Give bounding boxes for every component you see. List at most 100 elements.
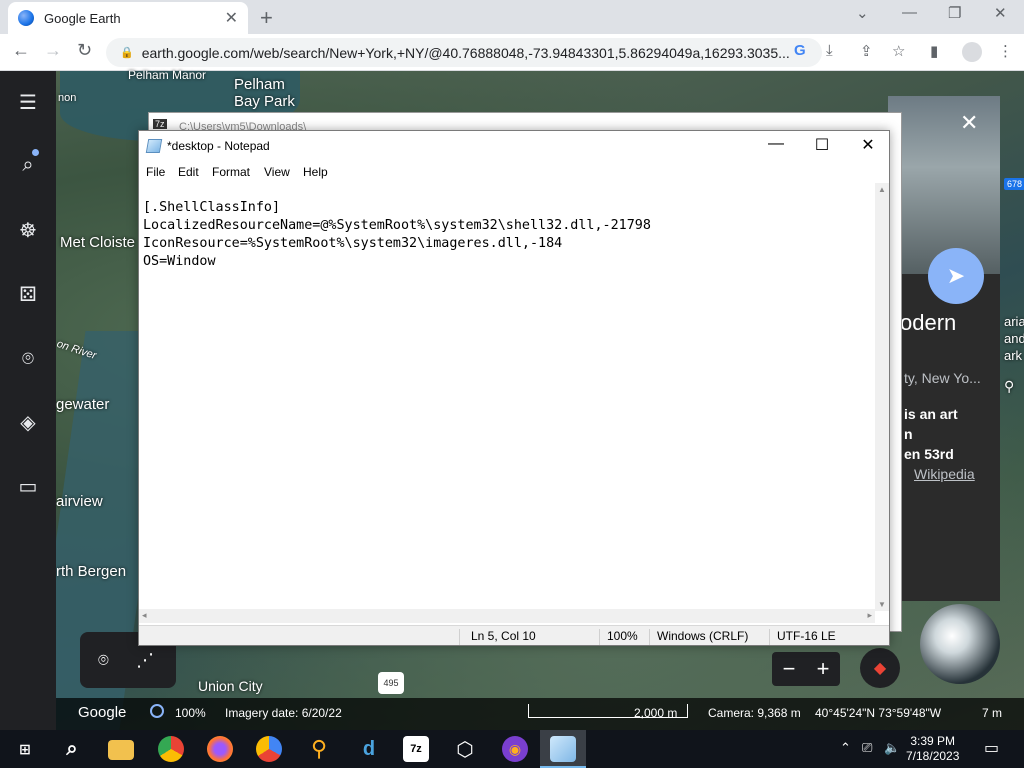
window-close-button[interactable]: ✕ (994, 4, 1007, 22)
share-icon[interactable]: ⇪ (860, 42, 873, 60)
map-label-edge-3: ark (1004, 348, 1023, 363)
zoom-in-button[interactable]: + (817, 656, 830, 682)
notepad-maximize-button[interactable]: ☐ (799, 135, 845, 155)
notepad-minimize-button[interactable]: — (753, 135, 799, 153)
browser-toolbar: ← → ↻ 🔒 earth.google.com/web/search/New+… (0, 34, 1024, 71)
place-photo[interactable] (888, 96, 1000, 274)
taskbar-clock[interactable]: 3:39 PM 7/18/2023 (906, 734, 959, 764)
new-tab-button[interactable]: + (260, 5, 273, 31)
clock-date: 7/18/2023 (906, 749, 960, 763)
knowledge-card-panel (888, 96, 1000, 601)
browser-tab-google-earth[interactable]: Google Earth ✕ (8, 2, 248, 34)
horizontal-scrollbar[interactable]: ◂ ▸ (139, 609, 875, 623)
earth-left-rail: ☰ ⌕ ☸ ⚄ ⌾ ◈ ▭ (0, 71, 56, 730)
lock-icon: 🔒 (120, 47, 134, 59)
map-location-pin-icon: ⚲ (1004, 378, 1015, 394)
vertical-scrollbar[interactable]: ▲ ▼ (875, 183, 889, 611)
feeling-lucky-dice-icon[interactable]: ⚄ (16, 283, 40, 307)
place-title: odern (900, 310, 957, 335)
menu-edit[interactable]: Edit (178, 165, 199, 179)
status-encoding: UTF-16 LE (777, 629, 836, 643)
zoom-out-button[interactable]: − (783, 656, 796, 682)
map-label-edge-1: aria (1004, 314, 1024, 329)
chromium-icon[interactable] (256, 736, 282, 762)
browser-tab-strip: Google Earth ✕ + ⌄ — ❐ ✕ (0, 0, 1024, 34)
7zip-app-icon: 7z (153, 119, 167, 129)
draw-path-icon[interactable]: ⋰ (136, 650, 154, 671)
menu-format[interactable]: Format (212, 165, 250, 179)
7zip-icon[interactable]: 7z (403, 736, 429, 762)
place-description-line-2: n (904, 426, 913, 442)
tab-search-chevron-icon[interactable]: ⌄ (856, 4, 869, 22)
notepad-taskbar-icon[interactable] (550, 736, 576, 762)
imagery-date: Imagery date: 6/20/22 (225, 706, 342, 720)
scroll-up-arrow-icon[interactable]: ▲ (878, 185, 886, 194)
start-windows-icon[interactable]: ⊞ (12, 736, 38, 762)
scroll-down-arrow-icon[interactable]: ▼ (878, 600, 886, 609)
notification-center-icon[interactable]: ▭ (984, 738, 999, 758)
3d-box-icon[interactable]: ⬡ (452, 736, 478, 762)
map-label-edgewater: gewater (56, 396, 110, 413)
notepad-close-button[interactable]: ✕ (845, 135, 891, 155)
map-label-met-cloisters: Met Cloiste (60, 234, 136, 251)
add-placemark-icon[interactable]: ⌾ (98, 650, 109, 671)
install-app-icon[interactable]: ⤓ (826, 42, 833, 59)
google-earth-favicon-icon (18, 10, 34, 26)
google-lens-icon[interactable]: G (794, 42, 806, 59)
menu-help[interactable]: Help (303, 165, 328, 179)
window-minimize-button[interactable]: — (902, 4, 917, 21)
key-search-icon[interactable]: ⚲ (306, 736, 332, 762)
more-menu-icon[interactable]: ⋮ (998, 42, 1013, 60)
file-explorer-icon[interactable] (108, 740, 134, 760)
share-plane-icon[interactable]: ➤ (928, 248, 984, 304)
chrome-icon[interactable] (158, 736, 184, 762)
window-restore-button[interactable]: ❐ (948, 4, 961, 22)
profile-avatar-icon[interactable] (962, 42, 982, 62)
scroll-right-arrow-icon[interactable]: ▸ (867, 610, 872, 621)
forward-arrow-icon[interactable]: → (44, 40, 62, 61)
browser-shield-icon[interactable]: ◉ (502, 736, 528, 762)
search-icon[interactable]: ⌕ (16, 153, 40, 177)
compass-icon[interactable]: ◆ (860, 648, 900, 688)
network-icon[interactable]: ⎚ (862, 740, 872, 756)
measure-ruler-icon[interactable]: ▭ (16, 475, 40, 499)
notepad-text-area[interactable]: [.ShellClassInfo] LocalizedResourceName=… (139, 183, 889, 611)
side-panel-icon[interactable]: ▮ (930, 42, 938, 60)
mini-globe-icon[interactable] (920, 604, 1000, 684)
route-badge: 678 (1004, 178, 1024, 190)
notification-dot (32, 149, 39, 156)
code-editor-icon[interactable]: d (356, 736, 382, 762)
place-description-line-1: is an art (904, 406, 958, 422)
clock-time: 3:39 PM (910, 734, 956, 748)
place-description-line-3: en 53rd (904, 446, 954, 462)
bookmark-star-icon[interactable]: ☆ (892, 42, 905, 60)
map-label-pelham-manor: Pelham Manor (128, 68, 207, 82)
back-arrow-icon[interactable]: ← (12, 40, 30, 61)
taskbar-search-icon[interactable]: ⌕ (59, 736, 85, 762)
notepad-app-icon (145, 139, 163, 153)
reload-icon[interactable]: ↻ (77, 40, 92, 61)
notepad-content: [.ShellClassInfo] LocalizedResourceName=… (143, 200, 651, 269)
firefox-icon[interactable] (207, 736, 233, 762)
notepad-title: *desktop - Notepad (167, 139, 270, 153)
projects-pin-icon[interactable]: ⌾ (16, 347, 40, 371)
hamburger-menu-icon[interactable]: ☰ (16, 91, 40, 115)
menu-view[interactable]: View (264, 165, 290, 179)
volume-muted-icon[interactable]: 🔈 (884, 740, 900, 756)
voyager-helm-icon[interactable]: ☸ (16, 219, 40, 243)
windows-taskbar: ⊞ ⌕ ⚲ d 7z ⬡ ◉ ⌃ ⎚ 🔈 3:39 PM 7/18/2023 ▭ (0, 730, 1024, 768)
map-label-edge-2: and (1004, 331, 1024, 346)
map-label-union-city: Union City (198, 678, 263, 694)
scroll-left-arrow-icon[interactable]: ◂ (142, 610, 147, 621)
zoom-controls: − + (772, 652, 840, 686)
address-bar[interactable]: 🔒 earth.google.com/web/search/New+York,+… (106, 38, 822, 67)
panel-close-icon[interactable]: ✕ (960, 110, 978, 136)
tray-overflow-chevron-icon[interactable]: ⌃ (840, 740, 851, 756)
tab-close-icon[interactable]: ✕ (225, 8, 238, 28)
cursor-coordinates: 40°45'24"N 73°59'48"W (815, 706, 942, 720)
status-cursor-position: Ln 5, Col 10 (471, 629, 536, 643)
notepad-title-bar[interactable]: *desktop - Notepad — ☐ ✕ (139, 131, 889, 161)
map-style-layers-icon[interactable]: ◈ (16, 411, 40, 435)
menu-file[interactable]: File (146, 165, 165, 179)
wikipedia-link[interactable]: Wikipedia (914, 466, 975, 482)
